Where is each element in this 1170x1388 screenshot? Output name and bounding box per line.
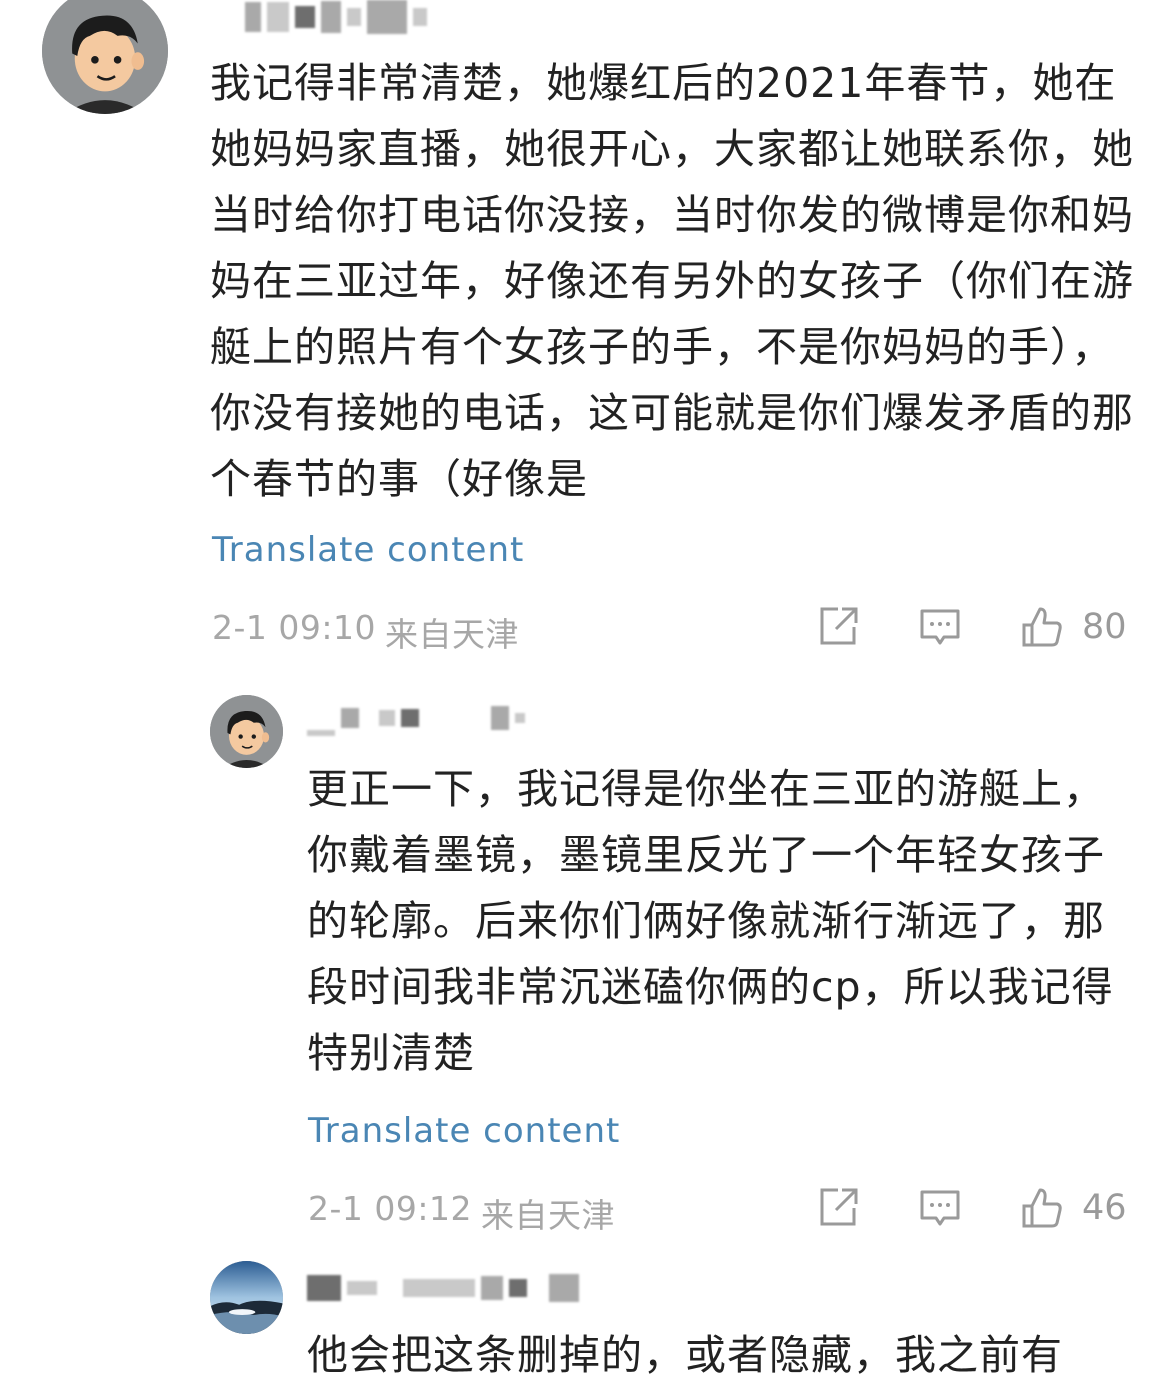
- cartoon-avatar-icon: [210, 695, 283, 768]
- comment-text: 我记得非常清楚，她爆红后的2021年春节，她在她妈妈家直播，她很开心，大家都让她…: [210, 59, 1134, 503]
- reply-text: 他会把这条删掉的，或者隐藏，我之前有: [307, 1331, 1063, 1379]
- thumbs-up-icon[interactable]: [1020, 605, 1064, 649]
- share-icon[interactable]: [816, 1186, 860, 1230]
- reply-timestamp: 2-1 09:12: [308, 1189, 472, 1228]
- comment-icon[interactable]: [918, 605, 962, 649]
- comment-location: 来自天津: [385, 615, 519, 654]
- comment-icon[interactable]: [918, 1186, 962, 1230]
- landscape-avatar-icon: [210, 1261, 283, 1334]
- like-count: 80: [1082, 607, 1127, 647]
- thumbs-up-icon[interactable]: [1020, 1186, 1064, 1230]
- translate-content-link[interactable]: Translate content: [308, 1111, 620, 1151]
- comment-actions: 80: [816, 605, 1127, 649]
- comment-timestamp: 2-1 09:10: [212, 608, 376, 647]
- translate-content-link[interactable]: Translate content: [212, 530, 524, 570]
- like-count: 46: [1082, 1188, 1127, 1228]
- reply-text: 更正一下，我记得是你坐在三亚的游艇上，你戴着墨镜，墨镜里反光了一个年轻女孩子的轮…: [307, 765, 1114, 1077]
- avatar[interactable]: [210, 1261, 283, 1334]
- cartoon-avatar-icon: [42, 0, 168, 114]
- avatar[interactable]: [210, 695, 283, 768]
- avatar[interactable]: [42, 0, 168, 114]
- reply-location: 来自天津: [481, 1196, 615, 1235]
- username-redacted[interactable]: [307, 1270, 579, 1306]
- username-redacted[interactable]: [245, 0, 427, 34]
- reply-actions: 46: [816, 1186, 1127, 1230]
- share-icon[interactable]: [816, 605, 860, 649]
- username-redacted[interactable]: [307, 700, 525, 736]
